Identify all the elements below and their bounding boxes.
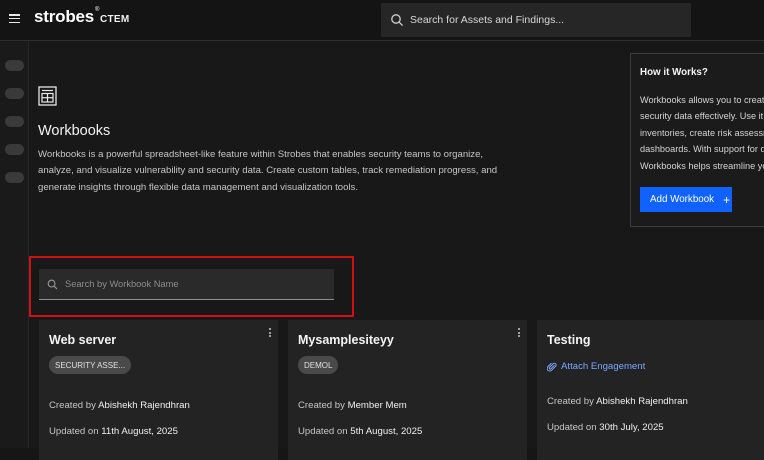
logo-registered-mark: ® bbox=[95, 7, 100, 13]
sidebar-item-4[interactable] bbox=[5, 144, 24, 155]
how-it-works-panel: How it Works? Workbooks allows you to cr… bbox=[630, 53, 764, 227]
created-by-name: Abishekh Rajendhran bbox=[98, 400, 190, 411]
global-search-input[interactable]: Search for Assets and Findings... bbox=[381, 3, 691, 37]
how-it-works-line: Workbooks helps streamline you bbox=[640, 160, 764, 171]
sidebar-item-1[interactable] bbox=[5, 60, 24, 71]
updated-on: Updated on 30th July, 2025 bbox=[547, 422, 664, 433]
attach-engagement-label: Attach Engagement bbox=[561, 361, 646, 372]
updated-on-date: 30th July, 2025 bbox=[599, 422, 664, 433]
updated-on-date: 5th August, 2025 bbox=[350, 426, 423, 437]
hamburger-menu-icon[interactable] bbox=[9, 14, 20, 24]
created-by: Created by Member Mem bbox=[298, 400, 407, 411]
workbook-search-placeholder: Search by Workbook Name bbox=[65, 279, 179, 289]
created-by: Created by Abishekh Rajendhran bbox=[547, 396, 688, 407]
workbook-tag: DEMOL bbox=[298, 356, 339, 374]
workbook-card-title[interactable]: Web server bbox=[49, 333, 116, 347]
sidebar-item-5[interactable] bbox=[5, 172, 24, 183]
how-it-works-line: security data effectively. Use it to bbox=[640, 111, 764, 122]
plus-icon: + bbox=[723, 192, 731, 207]
workbook-card[interactable]: Web server SECURITY ASSE... Created by A… bbox=[39, 320, 278, 460]
sidebar-item-3[interactable] bbox=[5, 116, 24, 127]
sidebar bbox=[0, 41, 29, 448]
updated-on: Updated on 11th August, 2025 bbox=[49, 426, 178, 437]
sidebar-item-2[interactable] bbox=[5, 88, 24, 99]
created-by-label: Created by bbox=[298, 400, 345, 411]
updated-on-label: Updated on bbox=[547, 422, 597, 433]
workbook-tag: SECURITY ASSE... bbox=[49, 356, 132, 374]
search-icon bbox=[47, 279, 58, 289]
how-it-works-line: inventories, create risk assessme bbox=[640, 127, 764, 138]
more-options-icon[interactable] bbox=[518, 328, 521, 339]
page-description: Workbooks is a powerful spreadsheet-like… bbox=[38, 149, 498, 193]
updated-on-label: Updated on bbox=[49, 426, 99, 437]
created-by-label: Created by bbox=[547, 396, 594, 407]
workbook-card-title[interactable]: Testing bbox=[547, 333, 591, 347]
workbook-icon bbox=[38, 86, 57, 106]
add-workbook-label: Add Workbook bbox=[650, 194, 715, 205]
updated-on-label: Updated on bbox=[298, 426, 348, 437]
logo-text: strobes bbox=[34, 7, 95, 26]
created-by-label: Created by bbox=[49, 400, 96, 411]
workbook-search-input[interactable]: Search by Workbook Name bbox=[39, 269, 334, 300]
how-it-works-text: Workbooks allows you to create c securit… bbox=[640, 92, 764, 174]
how-it-works-line: Workbooks allows you to create c bbox=[640, 95, 764, 105]
workbook-card-title[interactable]: Mysamplesiteyy bbox=[298, 333, 394, 347]
updated-on-date: 11th August, 2025 bbox=[101, 426, 178, 437]
workbook-card[interactable]: Testing Attach Engagement Created by Abi… bbox=[537, 320, 764, 460]
strobes-logo[interactable]: strobes® bbox=[34, 7, 99, 27]
attach-engagement-link[interactable]: Attach Engagement bbox=[547, 361, 645, 372]
global-search-placeholder: Search for Assets and Findings... bbox=[410, 14, 565, 26]
how-it-works-title: How it Works? bbox=[640, 67, 708, 78]
created-by-name: Abishekh Rajendhran bbox=[596, 396, 688, 407]
search-icon bbox=[391, 14, 404, 27]
app-name: CTEM bbox=[100, 14, 130, 25]
created-by: Created by Abishekh Rajendhran bbox=[49, 400, 190, 411]
paperclip-icon bbox=[547, 362, 557, 372]
how-it-works-line: dashboards. With support for dat bbox=[640, 144, 764, 155]
page-title: Workbooks bbox=[38, 123, 111, 139]
created-by-name: Member Mem bbox=[347, 400, 407, 411]
workbook-card[interactable]: Mysamplesiteyy DEMOL Created by Member M… bbox=[288, 320, 527, 460]
top-bar: strobes® CTEM Search for Assets and Find… bbox=[0, 0, 764, 41]
more-options-icon[interactable] bbox=[269, 328, 272, 339]
add-workbook-button[interactable]: Add Workbook + bbox=[640, 187, 732, 212]
updated-on: Updated on 5th August, 2025 bbox=[298, 426, 422, 437]
